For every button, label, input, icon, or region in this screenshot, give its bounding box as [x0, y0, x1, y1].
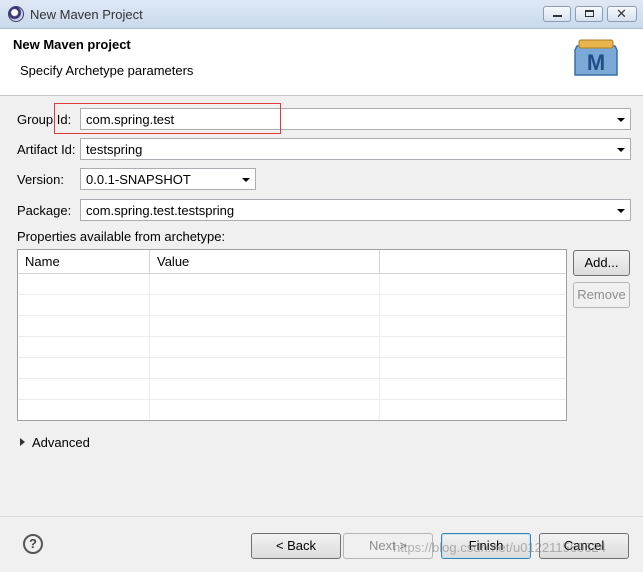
close-icon: ✕: [616, 6, 627, 21]
finish-button[interactable]: Finish: [441, 533, 531, 559]
version-value: 0.0.1-SNAPSHOT: [86, 172, 191, 187]
table-row[interactable]: [18, 316, 566, 337]
add-property-button[interactable]: Add...: [573, 250, 630, 276]
table-row[interactable]: [18, 358, 566, 379]
chevron-down-icon[interactable]: [617, 118, 625, 122]
footer-divider: [0, 516, 643, 517]
properties-table[interactable]: Name Value: [17, 249, 567, 421]
table-row[interactable]: [18, 400, 566, 420]
eclipse-app-icon: [8, 6, 24, 22]
artifact-id-value: testspring: [86, 142, 143, 157]
wizard-header: New Maven project Specify Archetype para…: [0, 29, 643, 96]
artifact-id-combo[interactable]: testspring: [80, 138, 631, 160]
close-window-button[interactable]: ✕: [607, 6, 637, 22]
chevron-down-icon[interactable]: [617, 209, 625, 213]
maven-m-icon: M: [574, 39, 618, 76]
back-button[interactable]: < Back: [251, 533, 341, 559]
group-id-combo[interactable]: com.spring.test: [80, 108, 631, 130]
wizard-title: New Maven project: [13, 37, 131, 52]
table-header: Name Value: [18, 250, 566, 274]
version-combo[interactable]: 0.0.1-SNAPSHOT: [80, 168, 256, 190]
maximize-button[interactable]: [575, 6, 603, 22]
minimize-button[interactable]: [543, 6, 571, 22]
maximize-icon: [585, 10, 594, 17]
package-value: com.spring.test.testspring: [86, 203, 235, 218]
remove-property-button[interactable]: Remove: [573, 282, 630, 308]
group-id-value: com.spring.test: [86, 112, 175, 127]
window-title: New Maven Project: [30, 7, 143, 22]
table-row[interactable]: [18, 295, 566, 316]
table-row[interactable]: [18, 337, 566, 358]
window-titlebar: New Maven Project ✕: [0, 0, 643, 29]
properties-label: Properties available from archetype:: [17, 229, 226, 244]
table-row[interactable]: [18, 379, 566, 400]
chevron-down-icon[interactable]: [617, 148, 625, 152]
next-button[interactable]: Next >: [343, 533, 433, 559]
column-header-value[interactable]: Value: [150, 250, 380, 273]
group-id-label: Group Id:: [17, 112, 72, 127]
expand-arrow-icon[interactable]: [20, 438, 25, 446]
table-row[interactable]: [18, 274, 566, 295]
advanced-toggle[interactable]: Advanced: [32, 435, 90, 450]
column-header-name[interactable]: Name: [18, 250, 150, 273]
help-icon[interactable]: ?: [23, 534, 43, 554]
version-label: Version:: [17, 172, 64, 187]
column-header-filler: [380, 250, 566, 273]
minimize-icon: [553, 15, 562, 17]
svg-text:M: M: [587, 50, 605, 75]
artifact-id-label: Artifact Id:: [17, 142, 76, 157]
package-label: Package:: [17, 203, 72, 218]
package-combo[interactable]: com.spring.test.testspring: [80, 199, 631, 221]
cancel-button[interactable]: Cancel: [539, 533, 629, 559]
chevron-down-icon[interactable]: [242, 178, 250, 182]
wizard-subtitle: Specify Archetype parameters: [20, 63, 194, 78]
